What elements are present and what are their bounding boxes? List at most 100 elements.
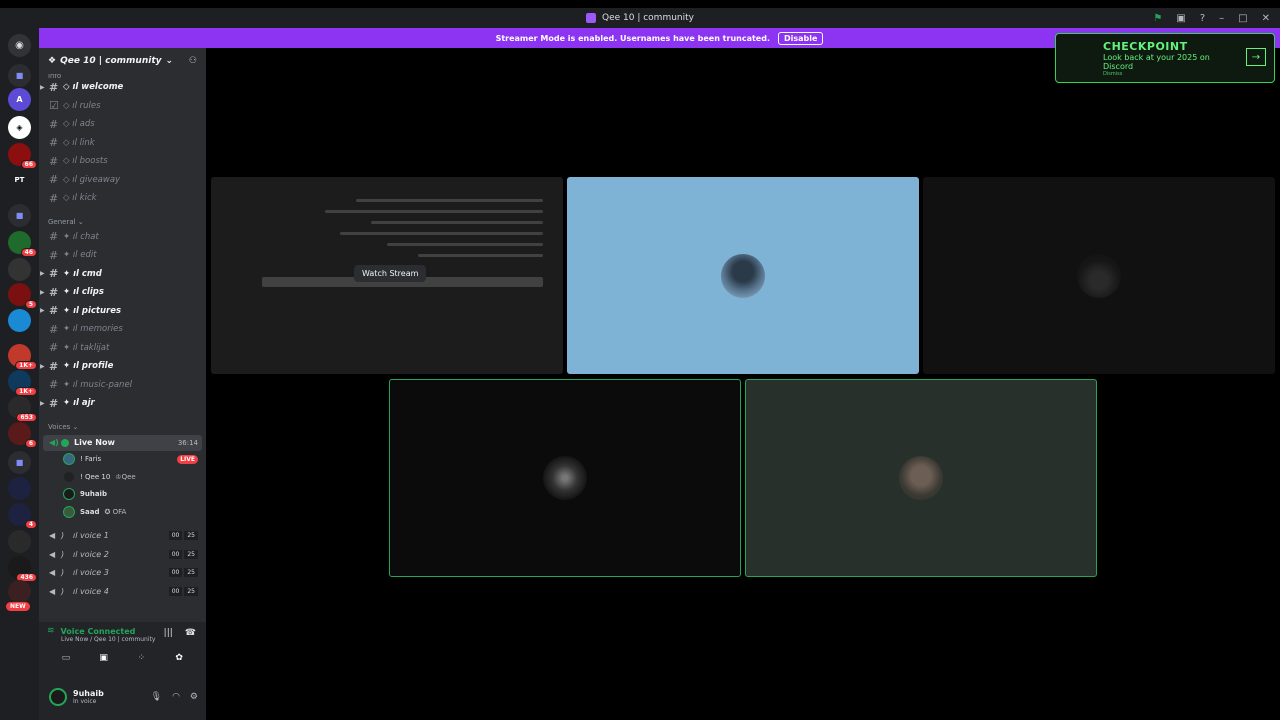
voice-member[interactable]: 9uhaib <box>39 486 206 504</box>
server-p[interactable] <box>8 580 31 603</box>
channel-memories[interactable]: # ✦ ıl memories <box>39 320 206 339</box>
disconnect-icon[interactable]: ☎ <box>185 628 196 638</box>
channel-clips[interactable]: ▶ # ✦ ıl clips <box>39 283 206 302</box>
camera-icon[interactable]: ▭ <box>52 651 80 665</box>
channel-ajr[interactable]: ▶ # ✦ ıl ajr <box>39 394 206 413</box>
channel-profile[interactable]: ▶ # ✦ ıl profile <box>39 357 206 376</box>
server-j[interactable]: 653 <box>8 396 37 422</box>
server-n[interactable] <box>8 530 31 553</box>
participant-tile[interactable] <box>923 177 1275 374</box>
voice-channel-2[interactable]: ◀) ıl voice 2 00 25 <box>43 545 202 564</box>
hash-icon: # <box>49 267 59 281</box>
server-header[interactable]: ❖ Qee 10 | community ⌄ ⚇ <box>39 48 206 74</box>
help-icon[interactable]: ? <box>1200 13 1205 24</box>
maximize-icon[interactable]: □ <box>1238 13 1247 24</box>
voice-channel-live-now[interactable]: ◀) Live Now 36:14 <box>43 434 202 451</box>
close-icon[interactable]: ✕ <box>1262 13 1270 24</box>
hash-icon: # <box>49 173 59 187</box>
chevron-down-icon: ⌄ <box>165 56 174 66</box>
flag-icon[interactable]: ⚑ <box>1153 13 1162 24</box>
server-l[interactable] <box>8 477 31 500</box>
watch-stream-button[interactable]: Watch Stream <box>354 265 427 282</box>
channel-welcome[interactable]: ▶ # ◇ ıl welcome <box>39 78 206 97</box>
dismiss-link[interactable]: Dismiss <box>1103 71 1228 77</box>
disable-button[interactable]: Disable <box>777 31 824 45</box>
hash-icon: # <box>49 191 59 205</box>
channel-taklijat[interactable]: # ✦ ıl taklijat <box>39 339 206 358</box>
gear-icon[interactable]: ⚙ <box>190 692 198 702</box>
server-a[interactable]: A <box>8 88 31 111</box>
channel-chat[interactable]: # ✦ ıl chat <box>39 228 206 247</box>
server-badge-icon: ❖ <box>48 56 57 66</box>
checkpoint-popup[interactable]: CHECKPOINT Look back at your 2025 on Dis… <box>1055 33 1275 83</box>
channel-edit[interactable]: # ✦ ıl edit <box>39 246 206 265</box>
arrow-right-icon[interactable]: → <box>1246 48 1266 66</box>
channel-rules[interactable]: ☑ ◇ ıl rules <box>39 97 206 116</box>
hash-icon: # <box>49 396 59 410</box>
server-pt[interactable]: PT <box>8 168 31 191</box>
stream-tile-screen[interactable]: Watch Stream <box>211 177 563 374</box>
server-d[interactable]: 46 <box>8 231 37 257</box>
folder-icon-3[interactable]: ■ <box>8 451 31 474</box>
server-g[interactable] <box>8 309 31 332</box>
server-o[interactable]: 436 <box>8 556 37 582</box>
channel-ads[interactable]: # ◇ ıl ads <box>39 115 206 134</box>
live-badge: LIVE <box>177 454 198 464</box>
checkpoint-title: CHECKPOINT <box>1103 40 1188 53</box>
hash-icon: # <box>49 304 59 318</box>
voice-member[interactable]: ! Faris LIVE <box>39 451 206 469</box>
channel-link[interactable]: # ◇ ıl link <box>39 134 206 153</box>
voice-channel-1[interactable]: ◀) ıl voice 1 00 25 <box>43 527 202 546</box>
participant-tile[interactable] <box>745 379 1097 577</box>
noise-suppression-icon[interactable]: ||| <box>164 628 173 638</box>
server-c[interactable]: 66 <box>8 143 37 169</box>
participant-tile[interactable] <box>567 177 919 374</box>
channel-pictures[interactable]: ▶ # ✦ ıl pictures <box>39 302 206 321</box>
signal-strength-icon[interactable]: ≋ <box>47 626 55 636</box>
signal-icon: ) <box>61 549 65 559</box>
server-k[interactable]: 6 <box>8 422 37 448</box>
discord-home-icon[interactable]: ◉ <box>8 34 31 57</box>
hash-icon: # <box>49 154 59 168</box>
voice-channel-3[interactable]: ◀) ıl voice 3 00 25 <box>43 564 202 583</box>
folder-icon-2[interactable]: ■ <box>8 204 31 227</box>
server-f[interactable]: 5 <box>8 283 37 309</box>
soundboard-icon[interactable]: ✿ <box>165 651 193 665</box>
avatar <box>543 456 587 500</box>
hash-icon: # <box>49 285 59 299</box>
voice-member[interactable]: Saad ✪ OFA <box>39 503 206 521</box>
screen-share-icon[interactable]: ▣ <box>90 651 118 665</box>
folder-icon[interactable]: ■ <box>8 64 31 87</box>
channel-cmd[interactable]: ▶ # ✦ ıl cmd <box>39 265 206 284</box>
server-e[interactable] <box>8 258 31 281</box>
channel-kick[interactable]: # ◇ ıl kick <box>39 189 206 208</box>
activities-icon[interactable]: ⁘ <box>127 651 155 665</box>
title-bar: Qee 10 | community ⚑ ▣ ? – □ ✕ <box>0 8 1280 28</box>
server-m[interactable]: 4 <box>8 503 37 529</box>
voice-channel-4[interactable]: ◀) ıl voice 4 00 25 <box>43 582 202 601</box>
category-general[interactable]: General ⌄ <box>39 216 206 228</box>
invite-icon[interactable]: ⚇ <box>189 56 197 66</box>
avatar[interactable] <box>49 688 67 706</box>
speaker-icon: ◀ <box>49 568 56 578</box>
voice-member[interactable]: ! Qee 10 ♔Qee <box>39 468 206 486</box>
headphones-icon[interactable]: ◠ <box>172 692 180 702</box>
server-i[interactable]: 1K+ <box>8 370 37 396</box>
minimize-icon[interactable]: – <box>1219 13 1224 24</box>
window-title: Qee 10 | community <box>602 13 694 23</box>
user-limit: 00 25 <box>168 568 198 578</box>
banner-text: Streamer Mode is enabled. Usernames have… <box>495 33 770 43</box>
channel-boosts[interactable]: # ◇ ıl boosts <box>39 152 206 171</box>
microphone-icon[interactable]: 🎙 <box>151 692 162 702</box>
inbox-icon[interactable]: ▣ <box>1176 13 1185 24</box>
server-h[interactable]: 1K+ <box>8 344 37 370</box>
user-name[interactable]: 9uhaib <box>73 689 104 698</box>
participant-tile[interactable] <box>389 379 741 577</box>
channel-giveaway[interactable]: # ◇ ıl giveaway <box>39 171 206 190</box>
speaker-icon: ◀ <box>49 531 56 541</box>
category-voices[interactable]: Voices ⌄ <box>39 421 206 433</box>
live-indicator-icon <box>61 438 69 447</box>
channel-music-panel[interactable]: # ✦ ıl music-panel <box>39 376 206 395</box>
voice-status[interactable]: Voice Connected <box>61 627 136 636</box>
server-b[interactable]: ◈ <box>8 116 31 139</box>
